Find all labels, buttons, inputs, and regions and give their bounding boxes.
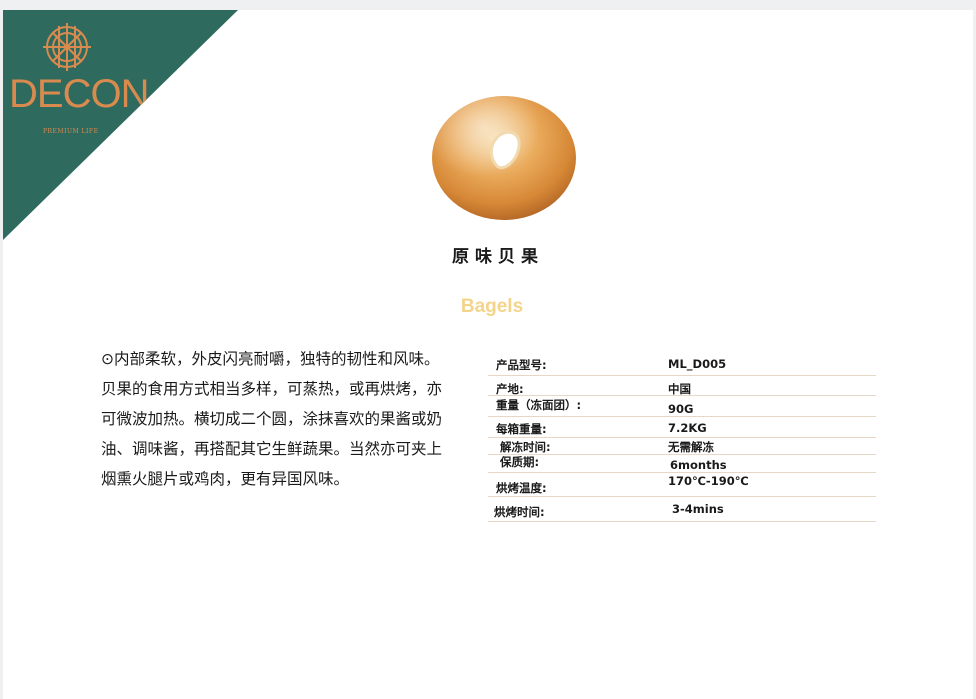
spec-value: 6months — [670, 458, 727, 472]
decon-logo-icon — [43, 23, 91, 71]
spec-value: 中国 — [668, 382, 691, 396]
spec-row: 重量（冻面团）: 90G — [488, 396, 876, 417]
bagel-image — [432, 96, 576, 220]
spec-label: 解冻时间: — [500, 440, 551, 454]
spec-value: 7.2KG — [668, 421, 707, 435]
spec-row: 烘烤温度: 170℃-190℃ — [488, 473, 876, 497]
spec-label: 烘烤温度: — [496, 481, 547, 495]
spec-value: ML_D005 — [668, 357, 727, 371]
spec-row: 烘烤时间: 3-4mins — [488, 497, 876, 522]
spec-row: 产地: 中国 — [488, 376, 876, 396]
spec-label: 每箱重量: — [496, 422, 547, 436]
description-paragraph: 贝果的食用方式相当多样，可蒸热，或再烘烤，亦可微波加热。横切成二个圆，涂抹喜欢的… — [101, 380, 443, 488]
spec-row: 每箱重量: 7.2KG — [488, 417, 876, 438]
spec-value: 无需解冻 — [668, 440, 714, 454]
product-title-en: Bagels — [460, 296, 524, 317]
spec-row: 解冻时间: 无需解冻 — [488, 438, 876, 455]
spec-value: 170℃-190℃ — [668, 474, 749, 488]
spec-label: 保质期: — [500, 455, 540, 469]
brand-corner: DECON PREMIUM LIFE — [3, 10, 238, 240]
product-description: ⊙内部柔软，外皮闪亮耐嚼，独特的韧性和风味。 贝果的食用方式相当多样，可蒸热，或… — [101, 344, 446, 494]
spec-label: 产地: — [496, 382, 524, 396]
spec-row: 保质期: 6months — [488, 455, 876, 473]
spec-value: 90G — [668, 402, 694, 416]
brand-name: DECON — [9, 72, 149, 116]
brand-tagline: PREMIUM LIFE — [43, 128, 99, 135]
spec-label: 重量（冻面团）: — [496, 398, 582, 412]
spec-table: 产品型号: ML_D005 产地: 中国 重量（冻面团）: 90G 每箱重量: … — [488, 345, 876, 522]
description-paragraph: ⊙内部柔软，外皮闪亮耐嚼，独特的韧性和风味。 — [101, 350, 440, 368]
page: DECON PREMIUM LIFE 原味贝果 Bagels ⊙内部柔软，外皮闪… — [3, 10, 973, 699]
spec-label: 产品型号: — [496, 358, 547, 372]
spec-label: 烘烤时间: — [494, 505, 545, 519]
product-title-cn: 原味贝果 — [452, 247, 544, 267]
spec-row: 产品型号: ML_D005 — [488, 345, 876, 376]
spec-value: 3-4mins — [672, 502, 724, 516]
